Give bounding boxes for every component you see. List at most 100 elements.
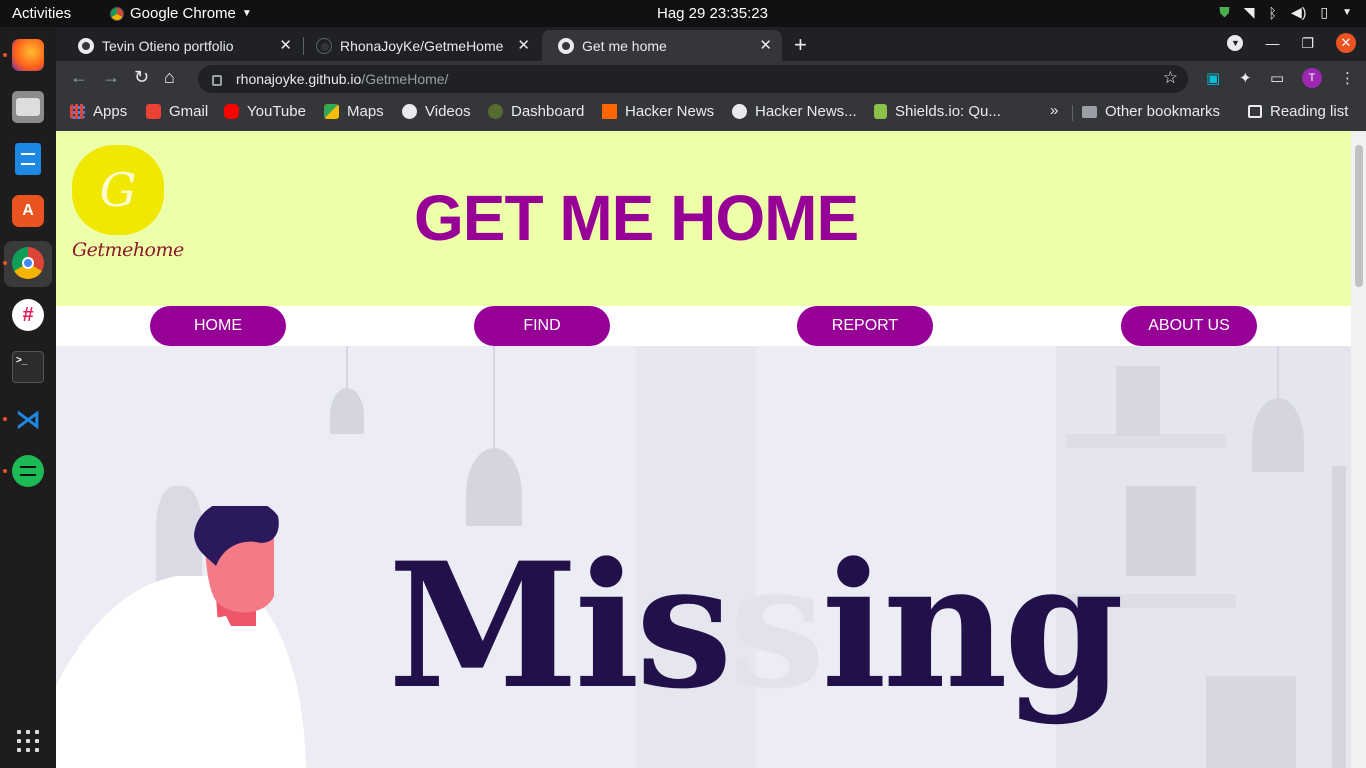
shields-icon [874,104,887,119]
hero-text: Mis [388,524,733,727]
logo-letter: G [99,163,137,217]
person-illustration [56,506,306,768]
tab-title: Get me home [582,37,667,54]
puzzle-icon[interactable]: ✦ [1239,69,1252,87]
globe-icon [78,37,94,54]
chrome-icon [110,6,124,21]
more-bookmarks-button[interactable]: » [1050,102,1058,119]
nav-home[interactable]: HOME [150,306,286,346]
bookmark-label: YouTube [247,103,306,120]
close-icon[interactable]: ✕ [279,36,292,54]
extension-icon[interactable]: ▣ [1206,69,1220,87]
site-nav: HOME FIND REPORT ABOUT US [56,306,1351,346]
activities-button[interactable]: Activities [12,5,71,22]
bookmark-maps[interactable]: Maps [324,103,384,120]
shelf [1066,434,1226,448]
bookmark-hacker-news-2[interactable]: Hacker News... [732,103,857,120]
bookmark-shields[interactable]: Shields.io: Qu... [874,103,1001,120]
window-controls: ▼ — ❐ ✕ [1227,33,1356,53]
writer-icon[interactable] [15,143,41,175]
page-title: GET ME HOME [414,182,859,254]
system-tray[interactable]: ⛊ ◥ ᛒ ◀) ▯ ▼ [1219,4,1352,21]
nav-find[interactable]: FIND [474,306,610,346]
apps-grid-icon [70,104,85,119]
close-window-button[interactable]: ✕ [1336,33,1356,53]
address-bar[interactable]: rhonajoyke.github.io/GetmeHome/ ☆ [198,65,1188,93]
tab-portfolio[interactable]: Tevin Otieno portfolio ✕ [62,30,302,61]
dock: A # >_ ⋊ [0,27,56,768]
battery-icon: ▯ [1320,4,1329,20]
url-host: rhonajoyke.github.io [236,71,362,87]
bookmark-youtube[interactable]: YouTube [224,103,306,120]
minimize-icon[interactable]: — [1265,35,1279,51]
scrollbar-thumb[interactable] [1355,145,1363,287]
menu-icon[interactable]: ⋮ [1340,69,1355,87]
dashboard-icon [488,104,503,119]
hero-heading: Missing [388,540,1124,712]
slack-icon[interactable]: # [12,299,44,331]
terminal-icon[interactable]: >_ [12,351,44,383]
site-logo[interactable]: G [72,145,164,235]
running-indicator [3,53,7,57]
hero-text: ing [821,524,1124,727]
bookmark-label: Hacker News [625,103,715,120]
home-button[interactable]: ⌂ [164,67,175,88]
show-applications-icon[interactable] [17,730,39,752]
software-icon[interactable]: A [12,195,44,227]
globe-icon [732,104,747,119]
tab-title: Tevin Otieno portfolio [102,37,234,54]
clock[interactable]: Hag 29 23:35:23 [657,5,768,22]
hero-text-faded: s [728,524,826,727]
system-top-bar: Activities Google Chrome ▼ Hag 29 23:35:… [0,0,1366,27]
close-icon[interactable]: ✕ [759,36,772,54]
url-path: /GetmeHome/ [361,71,449,87]
vase [1116,366,1160,436]
bookmark-label: Hacker News... [755,103,857,120]
tab-get-me-home[interactable]: Get me home ✕ [542,30,782,61]
bookmark-separator [1072,105,1073,121]
lock-icon[interactable] [212,74,222,86]
hacker-news-icon [602,104,617,119]
running-indicator [3,469,7,473]
close-icon[interactable]: ✕ [517,36,530,54]
github-icon [316,37,332,54]
vscode-icon[interactable]: ⋊ [12,403,44,435]
restore-icon[interactable]: ❐ [1301,35,1314,52]
nav-report[interactable]: REPORT [797,306,933,346]
hero-banner: Missing [56,346,1351,768]
cabinet [1206,676,1296,768]
new-tab-button[interactable]: + [794,32,807,58]
firefox-icon[interactable] [12,39,44,71]
bookmark-gmail[interactable]: Gmail [146,103,208,120]
page-scrollbar[interactable] [1351,131,1366,768]
other-bookmarks[interactable]: Other bookmarks [1082,103,1220,120]
profile-avatar[interactable]: T [1302,68,1322,88]
tab-github[interactable]: RhonaJoyKe/GetmeHome ✕ [300,30,540,61]
reading-list[interactable]: Reading list [1248,103,1348,120]
app-menu[interactable]: Google Chrome ▼ [110,5,252,22]
forward-button[interactable]: → [102,67,120,88]
tab-title: RhonaJoyKe/GetmeHome [340,37,504,54]
globe-icon [402,104,417,119]
volume-icon: ◀) [1290,4,1307,20]
tab-search-icon[interactable]: ▼ [1227,35,1244,51]
bookmark-videos[interactable]: Videos [402,103,471,120]
chrome-icon[interactable] [12,247,44,279]
back-button[interactable]: ← [70,67,88,88]
files-icon[interactable] [12,91,44,123]
bookmark-hacker-news[interactable]: Hacker News [602,103,714,120]
bookmark-label: Maps [347,103,384,120]
bookmark-label: Reading list [1270,103,1349,120]
running-indicator [3,261,7,265]
globe-icon [558,37,574,54]
bookmark-star-icon[interactable]: ☆ [1163,68,1178,88]
reload-button[interactable]: ↻ [134,67,149,88]
bookmark-label: Gmail [169,103,209,120]
cast-icon[interactable]: ▭ [1270,69,1284,87]
bookmark-dashboard[interactable]: Dashboard [488,103,584,120]
bookmark-apps[interactable]: Apps [70,103,127,120]
nav-about-us[interactable]: ABOUT US [1121,306,1257,346]
spotify-icon[interactable] [12,455,44,487]
reading-list-icon [1248,105,1262,118]
browser-toolbar: ← → ↻ ⌂ rhonajoyke.github.io/GetmeHome/ … [56,61,1366,97]
